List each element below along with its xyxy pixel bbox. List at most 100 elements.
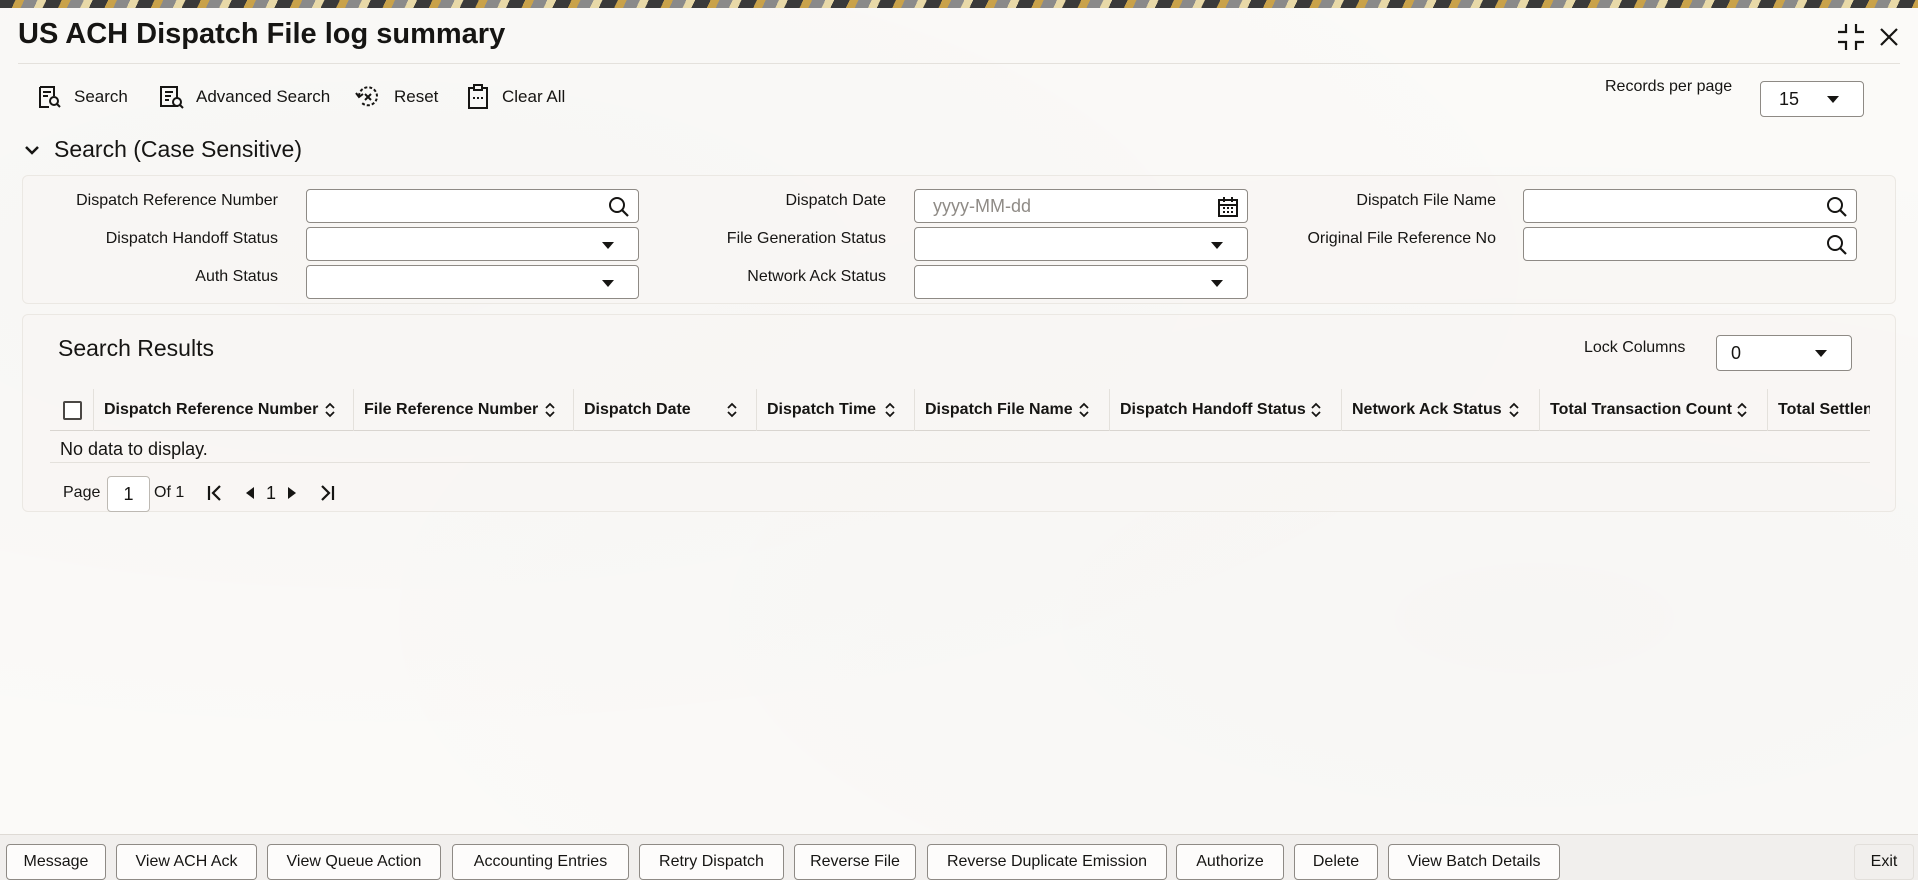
column-header-label: Dispatch Date	[584, 401, 691, 418]
network-ack-status-label: Network Ack Status	[747, 268, 886, 285]
column-header-total-transaction-count[interactable]: Total Transaction Count	[1539, 389, 1767, 431]
search-section-toggle[interactable]: Search (Case Sensitive)	[24, 136, 302, 163]
dispatch-handoff-status-select[interactable]	[306, 227, 639, 261]
column-header-dispatch-date[interactable]: Dispatch Date	[573, 389, 756, 431]
table-header-row: Dispatch Reference Number File Reference…	[50, 389, 1870, 431]
chevron-down-icon	[25, 145, 39, 155]
lock-columns-value: 0	[1731, 343, 1742, 363]
chevron-down-icon	[1827, 96, 1839, 103]
records-per-page-label: Records per page	[1605, 78, 1733, 95]
auth-status-select[interactable]	[306, 265, 639, 299]
dispatch-reference-number-input[interactable]	[306, 189, 639, 223]
sort-icon	[885, 402, 895, 418]
auth-status-label: Auth Status	[195, 268, 278, 285]
clipboard-icon	[468, 84, 488, 109]
clear-all-button[interactable]: Clear All	[466, 76, 565, 118]
search-button[interactable]: Search	[36, 76, 128, 118]
authorize-button[interactable]: Authorize	[1176, 844, 1284, 880]
clear-all-button-label: Clear All	[502, 87, 566, 106]
view-queue-action-button[interactable]: View Queue Action	[267, 844, 441, 880]
search-icon[interactable]	[1826, 234, 1848, 256]
column-header-label: Dispatch Reference Number	[104, 401, 319, 418]
reset-button-label: Reset	[394, 87, 439, 106]
original-file-reference-no-input[interactable]	[1523, 227, 1857, 261]
column-header-dispatch-time[interactable]: Dispatch Time	[756, 389, 914, 431]
column-header-label: Network Ack Status	[1352, 401, 1502, 418]
column-header-label: File Reference Number	[364, 401, 539, 418]
search-button-label: Search	[74, 87, 128, 106]
dispatch-file-name-input[interactable]	[1523, 189, 1857, 223]
next-page-icon[interactable]	[286, 486, 298, 500]
dispatch-handoff-status-label: Dispatch Handoff Status	[105, 230, 278, 247]
sort-icon	[727, 402, 737, 418]
advanced-search-button-label: Advanced Search	[196, 87, 331, 106]
sort-icon	[325, 402, 335, 418]
chevron-down-icon	[1211, 242, 1223, 249]
page-title: US ACH Dispatch File log summary	[18, 18, 506, 50]
dispatch-date-placeholder: yyyy-MM-dd	[933, 196, 1031, 216]
view-batch-details-button[interactable]: View Batch Details	[1388, 844, 1560, 880]
chevron-down-icon	[602, 242, 614, 249]
original-file-reference-no-label: Original File Reference No	[1307, 230, 1496, 247]
advanced-search-button[interactable]: Advanced Search	[158, 76, 330, 118]
retry-dispatch-button[interactable]: Retry Dispatch	[639, 844, 784, 880]
sort-icon	[1737, 402, 1747, 418]
records-per-page-value: 15	[1779, 89, 1800, 109]
column-header-total-settlement[interactable]: Total Settlen	[1767, 389, 1870, 431]
reset-button[interactable]: Reset	[354, 76, 438, 118]
records-per-page-select[interactable]: 15	[1760, 81, 1864, 117]
reverse-duplicate-emission-button[interactable]: Reverse Duplicate Emission	[927, 844, 1167, 880]
message-button[interactable]: Message	[6, 844, 106, 880]
reverse-file-button[interactable]: Reverse File	[794, 844, 916, 880]
column-header-label: Total Settlen	[1778, 401, 1870, 418]
dispatch-date-label: Dispatch Date	[785, 192, 887, 209]
last-page-icon[interactable]	[318, 484, 336, 502]
close-icon[interactable]	[1874, 22, 1904, 52]
chevron-down-icon	[1211, 280, 1223, 287]
column-header-dispatch-reference-number[interactable]: Dispatch Reference Number	[93, 389, 353, 431]
chevron-down-icon	[602, 280, 614, 287]
page-count-label: Of 1	[154, 484, 185, 501]
file-generation-status-label: File Generation Status	[726, 230, 886, 247]
dispatch-reference-number-label: Dispatch Reference Number	[76, 192, 278, 209]
search-icon[interactable]	[1826, 196, 1848, 218]
exit-button[interactable]: Exit	[1854, 844, 1914, 880]
page-label: Page	[63, 484, 101, 501]
search-section-title: Search (Case Sensitive)	[54, 136, 302, 162]
search-icon[interactable]	[608, 196, 630, 218]
file-generation-status-select[interactable]	[914, 227, 1248, 261]
current-page-number: 1	[266, 483, 277, 503]
reset-icon	[355, 86, 378, 107]
first-page-icon[interactable]	[206, 484, 224, 502]
sort-icon	[545, 402, 555, 418]
column-header-dispatch-handoff-status[interactable]: Dispatch Handoff Status	[1109, 389, 1341, 431]
results-table: Dispatch Reference Number File Reference…	[50, 389, 1870, 463]
column-header-label: Dispatch Handoff Status	[1120, 401, 1306, 418]
sort-icon	[1079, 402, 1089, 418]
column-header-network-ack-status[interactable]: Network Ack Status	[1341, 389, 1539, 431]
column-header-label: Dispatch File Name	[925, 401, 1073, 418]
select-all-checkbox[interactable]	[63, 401, 82, 420]
lock-columns-select[interactable]: 0	[1716, 335, 1852, 371]
sort-icon	[1509, 402, 1519, 418]
accounting-entries-button[interactable]: Accounting Entries	[452, 844, 629, 880]
delete-button[interactable]: Delete	[1294, 844, 1378, 880]
sort-icon	[1311, 402, 1321, 418]
minimize-icon[interactable]	[1836, 22, 1866, 52]
view-ach-ack-button[interactable]: View ACH Ack	[116, 844, 257, 880]
bottom-action-bar: Message View ACH Ack View Queue Action A…	[0, 834, 1918, 880]
chevron-down-icon	[1815, 350, 1827, 357]
search-results-title: Search Results	[58, 335, 214, 361]
calendar-icon[interactable]	[1217, 196, 1239, 218]
advanced-search-icon	[160, 86, 184, 109]
title-divider	[18, 63, 1900, 64]
previous-page-icon[interactable]	[244, 486, 256, 500]
dispatch-date-input[interactable]: yyyy-MM-dd	[914, 189, 1248, 223]
column-header-dispatch-file-name[interactable]: Dispatch File Name	[914, 389, 1109, 431]
column-header-file-reference-number[interactable]: File Reference Number	[353, 389, 573, 431]
search-doc-icon	[39, 86, 61, 108]
network-ack-status-select[interactable]	[914, 265, 1248, 299]
dialog-window: US ACH Dispatch File log summary Search …	[0, 8, 1918, 880]
page-number-input[interactable]: 1	[107, 476, 150, 512]
header-banner	[0, 0, 1918, 8]
